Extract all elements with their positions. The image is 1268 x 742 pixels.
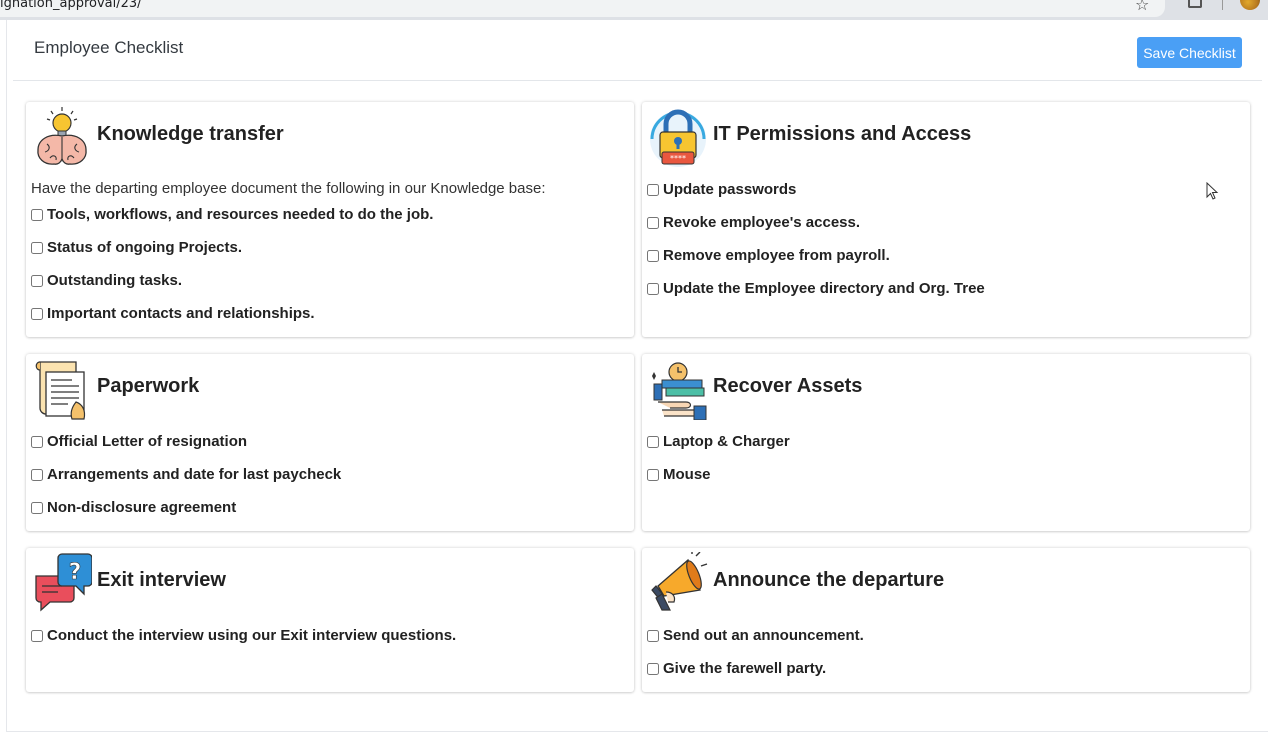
item-checkbox[interactable]	[31, 275, 43, 287]
brain-lightbulb-icon	[37, 107, 87, 165]
extensions-icon[interactable]	[1188, 0, 1202, 8]
checklist-header: Employee Checklist Save Checklist	[13, 28, 1262, 81]
item-label: Non-disclosure agreement	[47, 499, 237, 516]
question-chat-bubbles-icon: ?	[35, 553, 92, 612]
browser-toolbar: ignation_approval/23/ ☆	[0, 0, 1268, 20]
item-checkbox[interactable]	[647, 663, 659, 675]
item-label: Mouse	[663, 466, 711, 483]
save-checklist-button[interactable]: Save Checklist	[1137, 37, 1242, 68]
checklist-item: Laptop & Charger	[647, 433, 790, 466]
item-label: Update the Employee directory and Org. T…	[663, 280, 985, 297]
svg-text:?: ?	[69, 560, 82, 585]
checklist-item: Official Letter of resignation	[31, 433, 341, 466]
section-title: Knowledge transfer	[97, 123, 284, 145]
svg-text:****: ****	[670, 154, 686, 163]
checklist-item: Give the farewell party.	[647, 660, 864, 693]
item-label: Important contacts and relationships.	[47, 305, 315, 322]
document-scroll-icon	[35, 361, 86, 420]
padlock-password-icon: ****	[650, 109, 706, 167]
checklist-item: Tools, workflows, and resources needed t…	[31, 206, 433, 239]
checklist-item: Update the Employee directory and Org. T…	[647, 280, 985, 313]
section-it-permissions: **** IT Permissions and Access Update pa…	[642, 102, 1250, 337]
section-title: Announce the departure	[713, 569, 945, 591]
checklist-item: Send out an announcement.	[647, 627, 864, 660]
item-checkbox[interactable]	[31, 502, 43, 514]
item-checkbox[interactable]	[647, 217, 659, 229]
checklist-item: Non-disclosure agreement	[31, 499, 341, 532]
item-checkbox[interactable]	[647, 630, 659, 642]
page-title: Employee Checklist	[34, 38, 184, 57]
profile-avatar[interactable]	[1240, 0, 1260, 10]
item-label: Send out an announcement.	[663, 627, 864, 644]
assets-return-icon	[652, 362, 707, 420]
item-label: Outstanding tasks.	[47, 272, 183, 289]
toolbar-divider	[1222, 0, 1223, 10]
item-label: Revoke employee's access.	[663, 214, 861, 231]
item-label: Status of ongoing Projects.	[47, 239, 243, 256]
megaphone-icon	[651, 552, 708, 611]
item-label: Tools, workflows, and resources needed t…	[47, 206, 434, 223]
item-label: Update passwords	[663, 181, 797, 198]
item-checkbox[interactable]	[31, 436, 43, 448]
checklist-items: Send out an announcement. Give the farew…	[647, 627, 864, 693]
item-label: Laptop & Charger	[663, 433, 790, 450]
checklist-item: Arrangements and date for last paycheck	[31, 466, 341, 499]
checklist-item: Status of ongoing Projects.	[31, 239, 433, 272]
mouse-cursor-icon	[1206, 182, 1219, 200]
checklist-item: Outstanding tasks.	[31, 272, 433, 305]
section-recover-assets: Recover Assets Laptop & Charger Mouse	[642, 354, 1250, 531]
url-text: ignation_approval/23/	[0, 0, 142, 11]
item-checkbox[interactable]	[31, 209, 43, 221]
checklist-items: Official Letter of resignation Arrangeme…	[31, 433, 341, 532]
item-label: Conduct the interview using our Exit int…	[47, 627, 457, 644]
checklist-item: Update passwords	[647, 181, 985, 214]
section-title: IT Permissions and Access	[713, 123, 972, 145]
section-title: Exit interview	[97, 569, 226, 591]
section-title: Paperwork	[97, 375, 200, 397]
checklist-item: Conduct the interview using our Exit int…	[31, 627, 456, 660]
checklist-items: Laptop & Charger Mouse	[647, 433, 790, 499]
section-exit-interview: ? Exit interview Conduct the interview u…	[26, 548, 634, 692]
item-checkbox[interactable]	[31, 308, 43, 320]
section-announce-departure: Announce the departure Send out an annou…	[642, 548, 1250, 692]
section-knowledge-transfer: Knowledge transfer Have the departing em…	[26, 102, 634, 337]
address-bar[interactable]: ignation_approval/23/	[0, 0, 1165, 17]
section-description: Have the departing employee document the…	[31, 180, 546, 197]
checklist-item: Remove employee from payroll.	[647, 247, 985, 280]
item-checkbox[interactable]	[647, 283, 659, 295]
item-label: Give the farewell party.	[663, 660, 827, 677]
item-label: Remove employee from payroll.	[663, 247, 890, 264]
item-label: Arrangements and date for last paycheck	[47, 466, 342, 483]
checklist-item: Revoke employee's access.	[647, 214, 985, 247]
item-checkbox[interactable]	[647, 469, 659, 481]
item-checkbox[interactable]	[647, 184, 659, 196]
section-title: Recover Assets	[713, 375, 863, 397]
checklist-item: Mouse	[647, 466, 790, 499]
section-paperwork: Paperwork Official Letter of resignation…	[26, 354, 634, 531]
item-checkbox[interactable]	[31, 469, 43, 481]
checklist-items: Update passwords Revoke employee's acces…	[647, 181, 985, 313]
item-checkbox[interactable]	[647, 436, 659, 448]
checklist-item: Important contacts and relationships.	[31, 305, 433, 338]
checklist-items: Tools, workflows, and resources needed t…	[31, 206, 433, 338]
item-checkbox[interactable]	[31, 630, 43, 642]
checklist-items: Conduct the interview using our Exit int…	[31, 627, 456, 660]
item-checkbox[interactable]	[647, 250, 659, 262]
item-label: Official Letter of resignation	[47, 433, 248, 450]
item-checkbox[interactable]	[31, 242, 43, 254]
bookmark-star-icon[interactable]: ☆	[1135, 0, 1149, 14]
